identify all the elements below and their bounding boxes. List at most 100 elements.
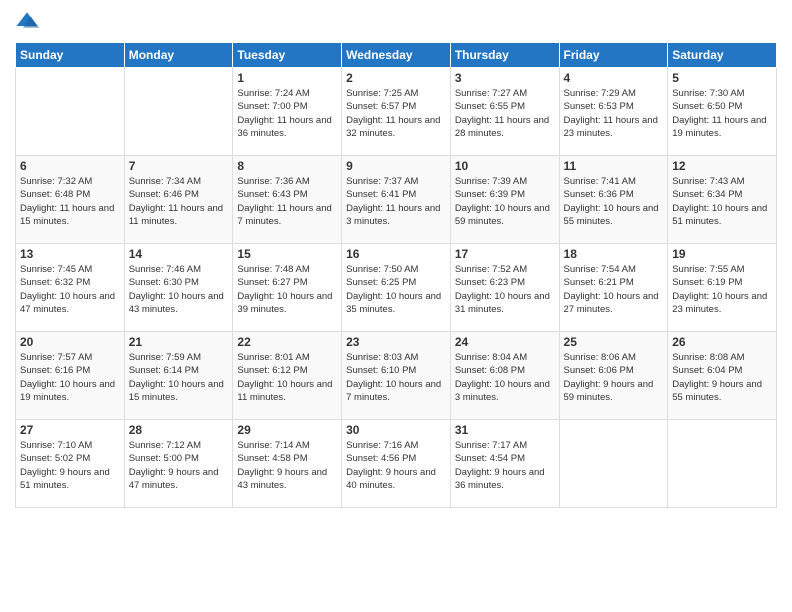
day-cell: 25 Sunrise: 8:06 AM Sunset: 6:06 PM Dayli… (559, 332, 668, 420)
calendar-table: SundayMondayTuesdayWednesdayThursdayFrid… (15, 42, 777, 508)
day-cell: 13Sunrise: 7:45 AM Sunset: 6:32 PM Dayli… (16, 244, 125, 332)
day-cell: 29 Sunrise: 7:14 AM Sunset: 4:58 PM Dayli… (233, 420, 342, 508)
day-cell: 6Sunrise: 7:32 AM Sunset: 6:48 PM Daylig… (16, 156, 125, 244)
day-info: Sunrise: 7:50 AM Sunset: 6:25 PM Dayligh… (346, 263, 446, 316)
day-cell: 19Sunrise: 7:55 AM Sunset: 6:19 PM Dayli… (668, 244, 777, 332)
day-info: Sunrise: 7:52 AM Sunset: 6:23 PM Dayligh… (455, 263, 555, 316)
col-header-sunday: Sunday (16, 43, 125, 68)
day-number: 7 (129, 159, 229, 173)
day-number: 21 (129, 335, 229, 349)
day-cell: 18 Sunrise: 7:54 AM Sunset: 6:21 PM Dayli… (559, 244, 668, 332)
day-cell: 26Sunrise: 8:08 AM Sunset: 6:04 PM Dayli… (668, 332, 777, 420)
day-cell: 22 Sunrise: 8:01 AM Sunset: 6:12 PM Dayli… (233, 332, 342, 420)
day-number: 25 (564, 335, 664, 349)
day-cell: 23 Sunrise: 8:03 AM Sunset: 6:10 PM Dayli… (342, 332, 451, 420)
day-cell: 5Sunrise: 7:30 AM Sunset: 6:50 PM Daylig… (668, 68, 777, 156)
day-cell: 4 Sunrise: 7:29 AM Sunset: 6:53 PM Daylig… (559, 68, 668, 156)
day-cell: 10 Sunrise: 7:39 AM Sunset: 6:39 PM Dayli… (450, 156, 559, 244)
day-number: 16 (346, 247, 446, 261)
day-cell: 20 Sunrise: 7:57 AM Sunset: 6:16 PM Dayli… (16, 332, 125, 420)
day-number: 6 (20, 159, 120, 173)
day-number: 12 (672, 159, 772, 173)
day-number: 15 (237, 247, 337, 261)
day-cell: 16 Sunrise: 7:50 AM Sunset: 6:25 PM Dayli… (342, 244, 451, 332)
day-info: Sunrise: 8:03 AM Sunset: 6:10 PM Dayligh… (346, 351, 446, 404)
day-cell: 30 Sunrise: 7:16 AM Sunset: 4:56 PM Dayli… (342, 420, 451, 508)
day-info: Sunrise: 7:45 AM Sunset: 6:32 PM Dayligh… (20, 263, 120, 316)
col-header-friday: Friday (559, 43, 668, 68)
day-cell: 12 Sunrise: 7:43 AM Sunset: 6:34 PM Dayli… (668, 156, 777, 244)
day-info: Sunrise: 7:24 AM Sunset: 7:00 PM Dayligh… (237, 87, 337, 140)
day-info: Sunrise: 7:10 AM Sunset: 5:02 PM Dayligh… (20, 439, 120, 492)
day-info: Sunrise: 7:12 AM Sunset: 5:00 PM Dayligh… (129, 439, 229, 492)
day-info: Sunrise: 7:14 AM Sunset: 4:58 PM Dayligh… (237, 439, 337, 492)
day-cell: 2Sunrise: 7:25 AM Sunset: 6:57 PM Daylig… (342, 68, 451, 156)
day-number: 23 (346, 335, 446, 349)
header (15, 10, 777, 34)
day-info: Sunrise: 8:01 AM Sunset: 6:12 PM Dayligh… (237, 351, 337, 404)
day-number: 10 (455, 159, 555, 173)
day-info: Sunrise: 7:34 AM Sunset: 6:46 PM Dayligh… (129, 175, 229, 228)
day-number: 18 (564, 247, 664, 261)
day-number: 29 (237, 423, 337, 437)
day-cell: 11 Sunrise: 7:41 AM Sunset: 6:36 PM Dayli… (559, 156, 668, 244)
day-number: 20 (20, 335, 120, 349)
day-number: 27 (20, 423, 120, 437)
day-number: 9 (346, 159, 446, 173)
day-number: 30 (346, 423, 446, 437)
col-header-monday: Monday (124, 43, 233, 68)
day-info: Sunrise: 7:39 AM Sunset: 6:39 PM Dayligh… (455, 175, 555, 228)
day-cell (668, 420, 777, 508)
col-header-saturday: Saturday (668, 43, 777, 68)
day-number: 2 (346, 71, 446, 85)
day-cell: 21Sunrise: 7:59 AM Sunset: 6:14 PM Dayli… (124, 332, 233, 420)
day-info: Sunrise: 7:27 AM Sunset: 6:55 PM Dayligh… (455, 87, 555, 140)
day-number: 1 (237, 71, 337, 85)
day-info: Sunrise: 7:36 AM Sunset: 6:43 PM Dayligh… (237, 175, 337, 228)
day-number: 4 (564, 71, 664, 85)
day-cell: 8 Sunrise: 7:36 AM Sunset: 6:43 PM Daylig… (233, 156, 342, 244)
day-number: 11 (564, 159, 664, 173)
day-info: Sunrise: 7:55 AM Sunset: 6:19 PM Dayligh… (672, 263, 772, 316)
day-cell: 24 Sunrise: 8:04 AM Sunset: 6:08 PM Dayli… (450, 332, 559, 420)
day-number: 28 (129, 423, 229, 437)
day-number: 17 (455, 247, 555, 261)
day-cell: 17 Sunrise: 7:52 AM Sunset: 6:23 PM Dayli… (450, 244, 559, 332)
day-cell: 3 Sunrise: 7:27 AM Sunset: 6:55 PM Daylig… (450, 68, 559, 156)
day-cell: 1 Sunrise: 7:24 AM Sunset: 7:00 PM Daylig… (233, 68, 342, 156)
day-info: Sunrise: 7:54 AM Sunset: 6:21 PM Dayligh… (564, 263, 664, 316)
col-header-wednesday: Wednesday (342, 43, 451, 68)
day-info: Sunrise: 7:37 AM Sunset: 6:41 PM Dayligh… (346, 175, 446, 228)
day-cell (124, 68, 233, 156)
day-cell (16, 68, 125, 156)
header-row: SundayMondayTuesdayWednesdayThursdayFrid… (16, 43, 777, 68)
day-number: 8 (237, 159, 337, 173)
day-info: Sunrise: 7:57 AM Sunset: 6:16 PM Dayligh… (20, 351, 120, 404)
day-info: Sunrise: 8:06 AM Sunset: 6:06 PM Dayligh… (564, 351, 664, 404)
day-info: Sunrise: 7:46 AM Sunset: 6:30 PM Dayligh… (129, 263, 229, 316)
day-info: Sunrise: 7:17 AM Sunset: 4:54 PM Dayligh… (455, 439, 555, 492)
week-row-1: 1 Sunrise: 7:24 AM Sunset: 7:00 PM Daylig… (16, 68, 777, 156)
day-number: 14 (129, 247, 229, 261)
day-number: 22 (237, 335, 337, 349)
logo-icon (15, 10, 39, 34)
day-cell: 7 Sunrise: 7:34 AM Sunset: 6:46 PM Daylig… (124, 156, 233, 244)
week-row-3: 13Sunrise: 7:45 AM Sunset: 6:32 PM Dayli… (16, 244, 777, 332)
day-info: Sunrise: 8:04 AM Sunset: 6:08 PM Dayligh… (455, 351, 555, 404)
day-info: Sunrise: 7:30 AM Sunset: 6:50 PM Dayligh… (672, 87, 772, 140)
day-info: Sunrise: 7:41 AM Sunset: 6:36 PM Dayligh… (564, 175, 664, 228)
day-info: Sunrise: 7:29 AM Sunset: 6:53 PM Dayligh… (564, 87, 664, 140)
day-number: 3 (455, 71, 555, 85)
col-header-thursday: Thursday (450, 43, 559, 68)
day-info: Sunrise: 7:16 AM Sunset: 4:56 PM Dayligh… (346, 439, 446, 492)
col-header-tuesday: Tuesday (233, 43, 342, 68)
day-cell: 15Sunrise: 7:48 AM Sunset: 6:27 PM Dayli… (233, 244, 342, 332)
week-row-5: 27 Sunrise: 7:10 AM Sunset: 5:02 PM Dayli… (16, 420, 777, 508)
day-info: Sunrise: 7:43 AM Sunset: 6:34 PM Dayligh… (672, 175, 772, 228)
day-info: Sunrise: 8:08 AM Sunset: 6:04 PM Dayligh… (672, 351, 772, 404)
day-cell: 28 Sunrise: 7:12 AM Sunset: 5:00 PM Dayli… (124, 420, 233, 508)
page: SundayMondayTuesdayWednesdayThursdayFrid… (0, 0, 792, 612)
week-row-2: 6Sunrise: 7:32 AM Sunset: 6:48 PM Daylig… (16, 156, 777, 244)
day-cell: 14 Sunrise: 7:46 AM Sunset: 6:30 PM Dayli… (124, 244, 233, 332)
day-number: 24 (455, 335, 555, 349)
